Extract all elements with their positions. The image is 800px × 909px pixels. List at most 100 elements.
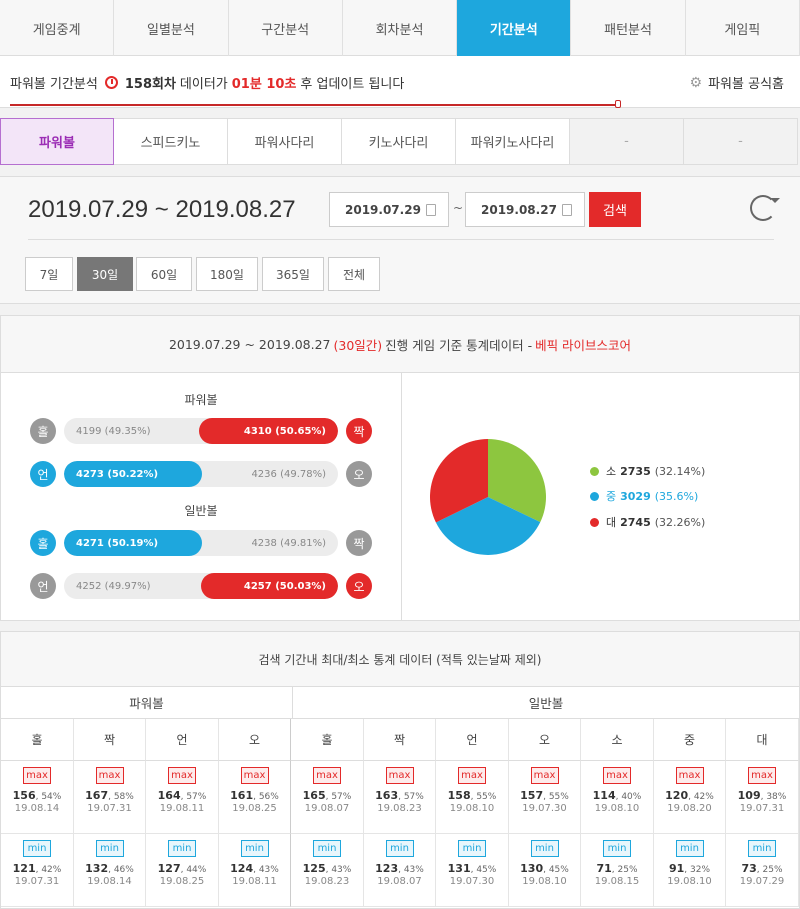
search-button[interactable]: 검색 <box>589 192 641 227</box>
period-button-2[interactable]: 60일 <box>136 257 192 291</box>
min-cell: min 91, 32% 19.08.10 <box>654 834 726 907</box>
max-value: 158, 55% <box>436 789 508 802</box>
legend-count: 2745 <box>620 515 651 529</box>
value-pct: , 45% <box>470 865 497 875</box>
tab-6[interactable]: 게임픽 <box>686 0 800 56</box>
min-value: 71, 25% <box>581 862 653 875</box>
divider <box>401 373 402 621</box>
stat-bar: 4252 (49.97%) 4257 (50.03%) <box>64 573 338 599</box>
min-cell: min 132, 46% 19.08.14 <box>74 834 146 907</box>
value-count: 130 <box>520 862 544 875</box>
game-tab-3[interactable]: 키노사다리 <box>342 118 456 165</box>
stat-bar-other: 4236 (49.78%) <box>251 468 326 480</box>
max-badge: max <box>313 767 341 784</box>
min-cell: min 127, 44% 19.08.25 <box>146 834 219 907</box>
max-date: 19.08.10 <box>449 803 495 814</box>
tab-4[interactable]: 기간분석 <box>457 0 572 56</box>
tab-5[interactable]: 패턴분석 <box>571 0 686 56</box>
max-badge: max <box>240 767 269 784</box>
min-value: 91, 32% <box>654 862 725 875</box>
game-tab-1[interactable]: 스피드키노 <box>114 118 228 165</box>
min-value: 130, 45% <box>509 862 580 875</box>
min-value: 124, 43% <box>219 862 290 875</box>
value-pct: , 58% <box>108 792 134 802</box>
max-value: 120, 42% <box>654 789 725 802</box>
max-date: 19.08.07 <box>304 803 350 814</box>
info-suffix: 후 업데이트 됩니다 <box>300 77 405 92</box>
min-cell: min 131, 45% 19.07.30 <box>436 834 509 907</box>
value-pct: , 44% <box>180 865 207 875</box>
stats-desc: 진행 게임 기준 통계데이터 - <box>385 337 533 353</box>
period-button-4[interactable]: 365일 <box>262 257 324 291</box>
start-date-input[interactable]: 2019.07.29 <box>329 192 449 227</box>
value-count: 124 <box>230 862 254 875</box>
value-pct: , 42% <box>688 792 714 802</box>
max-cell: max 163, 57% 19.08.23 <box>364 761 436 834</box>
period-button-3[interactable]: 180일 <box>196 257 258 291</box>
max-badge: max <box>458 767 486 784</box>
refresh-icon[interactable] <box>750 195 780 221</box>
date-separator: ~ <box>453 201 464 215</box>
stat-bar: 4271 (50.19%) 4238 (49.81%) <box>64 530 338 556</box>
max-value: 109, 38% <box>726 789 798 802</box>
value-pct: , 43% <box>398 865 424 875</box>
main-tabs: 게임중계 일별분석 구간분석 회차분석 기간분석 패턴분석 게임픽 <box>0 0 800 56</box>
stats-brand: 베픽 라이브스코어 <box>535 337 632 353</box>
value-count: 165 <box>302 789 326 802</box>
max-cell: max 164, 57% 19.08.11 <box>146 761 219 834</box>
game-tab-0[interactable]: 파워볼 <box>0 118 114 165</box>
max-date: 19.08.20 <box>667 803 712 814</box>
min-cell: min 73, 25% 19.07.29 <box>726 834 799 907</box>
max-value: 114, 40% <box>581 789 653 802</box>
stat-left-badge: 언 <box>30 573 56 599</box>
legend-label: 중 <box>606 490 617 503</box>
max-value: 156, 54% <box>1 789 73 802</box>
end-date-value: 2019.08.27 <box>481 202 557 217</box>
tab-1[interactable]: 일별분석 <box>114 0 229 56</box>
min-date: 19.08.23 <box>304 876 350 887</box>
column-header: 대 <box>726 719 799 761</box>
stats-range: 2019.07.29 ~ 2019.08.27 <box>168 336 331 352</box>
stats-days: (30일간) <box>333 337 383 353</box>
stat-bar-fill: 4273 (50.22%) <box>64 461 202 487</box>
min-badge: min <box>385 840 414 857</box>
value-pct: , 25% <box>611 865 638 875</box>
value-count: 71 <box>596 862 612 875</box>
value-count: 121 <box>12 862 36 875</box>
min-badge: min <box>530 840 559 857</box>
column-header: 언 <box>436 719 509 761</box>
clock-icon <box>104 76 118 89</box>
update-status: 파워볼 기간분석 158회차 데이터가 01분 10초 후 업데이트 됩니다 <box>10 73 404 92</box>
game-tab-2[interactable]: 파워사다리 <box>228 118 342 165</box>
min-value: 121, 42% <box>1 862 73 875</box>
min-date: 19.08.25 <box>159 876 205 887</box>
tab-3[interactable]: 회차분석 <box>343 0 458 56</box>
pie-legend-item: 중 3029 (35.6%) <box>590 488 698 504</box>
period-button-1[interactable]: 30일 <box>77 257 133 291</box>
period-button-5[interactable]: 전체 <box>328 257 380 291</box>
max-cell: max 156, 54% 19.08.14 <box>1 761 74 834</box>
tab-0[interactable]: 게임중계 <box>0 0 115 56</box>
max-date: 19.08.11 <box>159 803 205 814</box>
value-pct: , 32% <box>684 865 711 875</box>
min-badge: min <box>458 840 486 857</box>
min-date: 19.08.14 <box>87 876 132 887</box>
min-badge: min <box>168 840 196 857</box>
value-count: 91 <box>668 862 685 875</box>
value-count: 158 <box>447 789 471 802</box>
end-date-input[interactable]: 2019.08.27 <box>465 192 585 227</box>
period-button-0[interactable]: 7일 <box>25 257 73 291</box>
official-home-link[interactable]: ⚙ 파워볼 공식홈 <box>690 73 784 93</box>
min-value: 123, 43% <box>364 862 435 875</box>
legend-count: 3029 <box>620 489 651 503</box>
tab-2[interactable]: 구간분석 <box>229 0 343 56</box>
max-badge: max <box>603 767 631 784</box>
column-header: 오 <box>219 719 291 761</box>
min-value: 132, 46% <box>74 862 145 875</box>
value-count: 157 <box>520 789 544 802</box>
value-pct: , 56% <box>253 792 279 802</box>
max-date: 19.07.31 <box>739 803 785 814</box>
powerball-title: 파워볼 <box>184 393 218 407</box>
game-tab-4[interactable]: 파워키노사다리 <box>456 118 570 165</box>
min-cell: min 123, 43% 19.08.07 <box>364 834 436 907</box>
